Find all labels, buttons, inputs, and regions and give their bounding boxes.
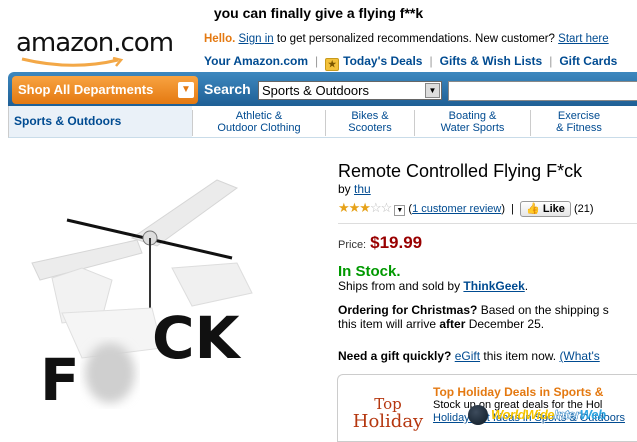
egift-link[interactable]: eGift bbox=[455, 349, 480, 363]
gift-bold: Need a gift quickly? bbox=[338, 349, 452, 363]
globe-icon bbox=[468, 405, 488, 425]
dropdown-arrow-icon: ▼ bbox=[425, 83, 440, 98]
category-subnav: Sports & Outdoors Athletic & Outdoor Clo… bbox=[8, 106, 637, 138]
deals-heading[interactable]: Top Holiday Deals in Sports & bbox=[433, 385, 603, 399]
thumbs-up-icon: 👍 bbox=[526, 203, 540, 215]
chevron-down-icon: ▼ bbox=[178, 82, 194, 98]
like-label: Like bbox=[542, 203, 565, 215]
caption-banner: you can finally give a flying f**k bbox=[0, 0, 637, 26]
shop-all-label: Shop All Departments bbox=[18, 82, 154, 97]
watermark-part2: Wide bbox=[525, 407, 555, 422]
like-count: (21) bbox=[573, 203, 594, 215]
subnav-item-line1: Boating & bbox=[448, 110, 497, 122]
subnav-item-line2: Outdoor Clothing bbox=[217, 122, 301, 134]
subnav-current-category[interactable]: Sports & Outdoors bbox=[9, 106, 192, 137]
image-letter-f: F bbox=[40, 346, 80, 414]
price-value: $19.99 bbox=[370, 233, 423, 252]
subnav-item-line2: Scooters bbox=[348, 122, 392, 134]
subnav-item-boating[interactable]: Boating & Water Sports bbox=[414, 110, 530, 136]
subnav-item-line2: & Fitness bbox=[556, 122, 602, 134]
greeting-line: Hello. Sign in to get personalized recom… bbox=[204, 33, 609, 45]
amazon-logo[interactable]: amazon.com bbox=[16, 28, 174, 58]
start-here-link[interactable]: Start here bbox=[558, 33, 609, 45]
divider bbox=[338, 223, 637, 224]
sign-in-link[interactable]: Sign in bbox=[239, 33, 274, 45]
subnav-item-line1: Bikes & bbox=[351, 110, 389, 122]
ordering-date: December 25. bbox=[468, 317, 545, 331]
watermark-text: WorldWideInterWeb bbox=[491, 407, 606, 423]
subnav-item-bikes[interactable]: Bikes & Scooters bbox=[325, 110, 414, 136]
search-label: Search bbox=[204, 81, 251, 97]
nav-bar: Shop All Departments ▼ Search Sports & O… bbox=[8, 72, 637, 106]
product-image[interactable]: F CK bbox=[22, 168, 312, 438]
your-amazon-link[interactable]: Your Amazon.com bbox=[204, 54, 308, 68]
personalized-text: to get personalized recommendations. New… bbox=[276, 33, 555, 45]
search-input[interactable] bbox=[448, 81, 637, 101]
gift-box-icon: ★ bbox=[325, 58, 340, 71]
gift-cards-link[interactable]: Gift Cards bbox=[559, 54, 617, 68]
todays-deals-link[interactable]: ★ Today's Deals bbox=[325, 54, 423, 71]
author-link[interactable]: thu bbox=[354, 182, 371, 196]
star-rating-icon[interactable]: ★★★☆☆ bbox=[338, 200, 392, 215]
product-title: Remote Controlled Flying F*ck bbox=[338, 161, 583, 181]
shop-all-departments-button[interactable]: Shop All Departments ▼ bbox=[12, 76, 198, 104]
todays-deals-label: Today's Deals bbox=[343, 54, 423, 68]
top-links: Your Amazon.com | ★ Today's Deals | Gifts & W… bbox=[204, 54, 618, 71]
watermark-part3: Inter bbox=[554, 407, 581, 423]
subnav-item-exercise[interactable]: Exercise & Fitness bbox=[530, 110, 627, 136]
ships-from-line: Ships from and sold by ThinkGeek. bbox=[338, 279, 529, 293]
search-category-value: Sports & Outdoors bbox=[262, 83, 369, 98]
gift-text: this item now. bbox=[483, 349, 557, 363]
whats-this-link[interactable]: (What's bbox=[559, 349, 599, 363]
by-label: by bbox=[338, 182, 351, 196]
hello-text: Hello. bbox=[204, 33, 236, 45]
customer-review-link[interactable]: 1 customer review bbox=[412, 203, 501, 215]
watermark-part4: Web bbox=[579, 407, 606, 422]
subnav-item-line1: Exercise bbox=[557, 110, 601, 122]
amazon-smile-icon bbox=[21, 57, 124, 67]
watermark: WorldWideInterWeb bbox=[468, 405, 632, 425]
ordering-after: after bbox=[439, 317, 466, 331]
price-label: Price: bbox=[338, 239, 367, 251]
watermark-part1: World bbox=[491, 407, 526, 422]
ordering-line2: this item will arrive bbox=[338, 317, 437, 331]
gift-lists-link[interactable]: Gifts & Wish Lists bbox=[440, 54, 543, 68]
gift-line: Need a gift quickly? eGift this item now… bbox=[338, 349, 600, 363]
price-row: Price: $19.99 bbox=[338, 233, 422, 253]
ships-text: Ships from and sold by bbox=[338, 279, 461, 293]
image-letters-ck: CK bbox=[152, 304, 242, 372]
subnav-item-athletic[interactable]: Athletic & Outdoor Clothing bbox=[192, 110, 325, 136]
ordering-note: Ordering for Christmas? Based on the shi… bbox=[338, 303, 637, 331]
subnav-item-line1: Athletic & bbox=[235, 110, 283, 122]
seller-link[interactable]: ThinkGeek bbox=[463, 279, 524, 293]
like-button[interactable]: 👍 Like bbox=[520, 201, 571, 217]
byline: by thu bbox=[338, 182, 371, 196]
search-category-select[interactable]: Sports & Outdoors ▼ bbox=[258, 81, 442, 100]
subnav-item-line2: Water Sports bbox=[440, 122, 505, 134]
rating-row: ★★★☆☆ ▼ (1 customer review) | 👍 Like (21… bbox=[338, 200, 594, 217]
top-holiday-badge: Top Holiday bbox=[348, 395, 428, 441]
ordering-text: Based on the shipping s bbox=[480, 303, 609, 317]
ordering-bold: Ordering for Christmas? bbox=[338, 303, 478, 317]
chevron-down-icon[interactable]: ▼ bbox=[394, 205, 406, 216]
stock-status: In Stock. bbox=[338, 263, 401, 280]
badge-bottom: Holiday bbox=[352, 411, 424, 432]
